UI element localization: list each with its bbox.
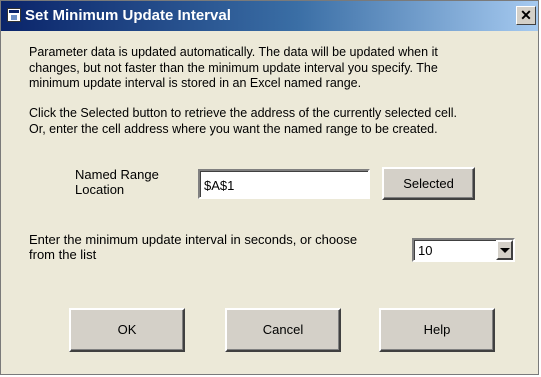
chevron-down-icon[interactable] (496, 240, 513, 260)
named-range-label-line: Location (75, 182, 125, 197)
description-paragraph-1: Parameter data is updated automatically.… (29, 45, 438, 92)
title-bar[interactable]: Set Minimum Update Interval ✕ (1, 1, 538, 31)
window-icon (7, 8, 21, 22)
dialog-window: Set Minimum Update Interval ✕ Parameter … (0, 0, 539, 375)
ok-button[interactable]: OK (69, 308, 185, 352)
help-button[interactable]: Help (379, 308, 495, 352)
interval-dropdown[interactable]: 10 (412, 238, 515, 262)
description-line: minimum update interval is stored in an … (29, 76, 362, 90)
description-line: Or, enter the cell address where you wan… (29, 121, 438, 136)
cancel-button[interactable]: Cancel (225, 308, 341, 352)
named-range-location-input[interactable] (198, 169, 370, 199)
window-title: Set Minimum Update Interval (25, 7, 231, 24)
description-line: Parameter data is updated automatically.… (29, 45, 438, 59)
named-range-label: Named Range Location (75, 167, 159, 197)
interval-label-line: Enter the minimum update interval in sec… (29, 232, 358, 247)
interval-label: Enter the minimum update interval in sec… (29, 232, 357, 262)
description-paragraph-2: Click the Selected button to retrieve th… (29, 106, 457, 137)
close-icon[interactable]: ✕ (516, 6, 536, 25)
interval-label-line: from the list (29, 247, 97, 262)
named-range-label-line: Named Range (75, 167, 159, 182)
description-line: Click the Selected button to retrieve th… (29, 106, 458, 120)
description-line: changes, but not faster than the minimum… (29, 60, 438, 75)
selected-button[interactable]: Selected (382, 167, 475, 200)
interval-value: 10 (418, 243, 433, 258)
